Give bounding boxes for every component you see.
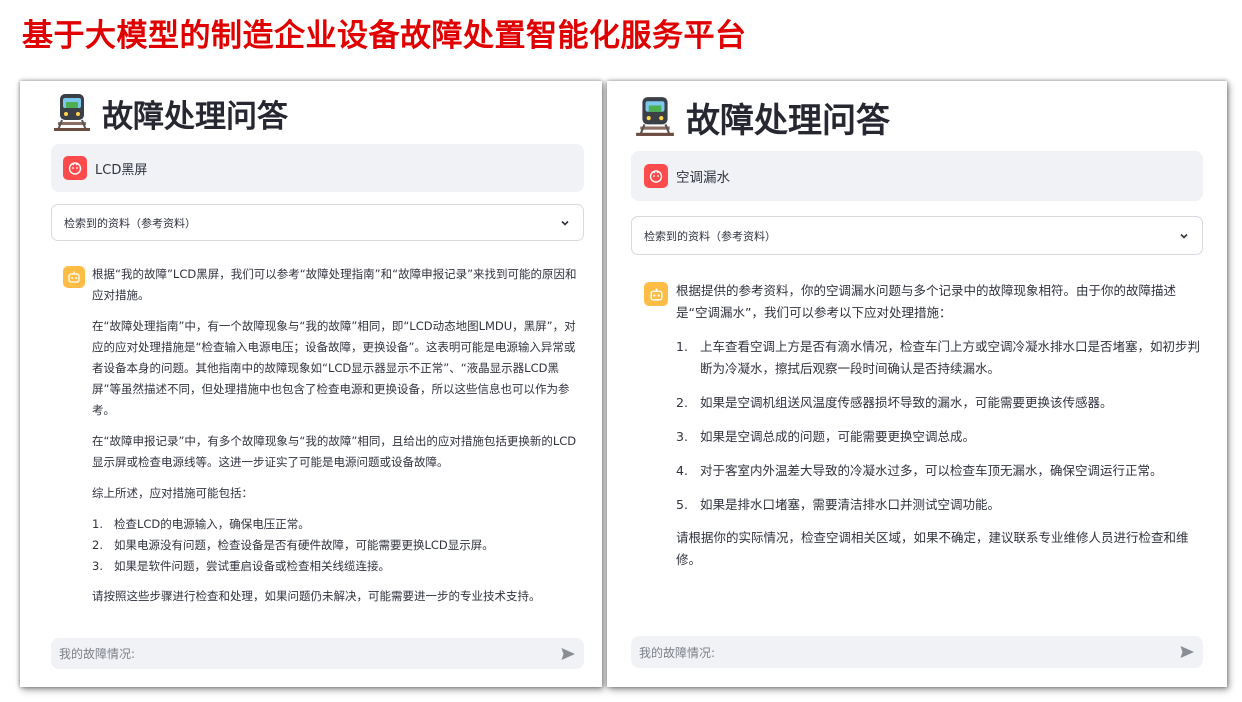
answer-paragraph: 请按照这些步骤进行检查和处理，如果问题仍未解决，可能需要进一步的专业技术支持。: [92, 589, 541, 603]
answer-paragraph: 请根据你的实际情况，检查空调相关区域，如果不确定，建议联系专业维修人员进行检查和…: [676, 530, 1189, 567]
train-icon: [52, 92, 92, 136]
answer-paragraph: 根据“我的故障”LCD黑屏，我们可以参考“故障处理指南”和“故障申报记录”来找到…: [92, 267, 577, 302]
references-expander[interactable]: 检索到的资料（参考资料）: [51, 204, 584, 241]
chat-input-placeholder: 我的故障情况:: [59, 647, 136, 661]
references-expander[interactable]: 检索到的资料（参考资料）: [631, 216, 1203, 255]
user-avatar-icon: [63, 156, 87, 180]
chat-input[interactable]: 我的故障情况:: [51, 638, 584, 669]
assistant-message: 根据提供的参考资料，你的空调漏水问题与多个记录中的故障现象相符。由于你的故障描述…: [644, 280, 1204, 580]
send-icon[interactable]: [560, 646, 576, 662]
app-title: 故障处理问答: [686, 101, 890, 141]
list-item: 4. 对于客室内外温差大导致的冷凝水过多，可以检查车顶无漏水，确保空调运行正常。: [676, 463, 1163, 478]
list-item: 1. 上车查看空调上方是否有滴水情况，检查车门上方或空调冷凝水排水口是否堵塞，如初…: [676, 339, 1201, 376]
user-message: 空调漏水: [631, 151, 1203, 201]
bot-avatar-icon: [63, 266, 85, 288]
user-message-text: LCD黑屏: [95, 162, 148, 178]
expander-label: 检索到的资料（参考资料）: [644, 229, 776, 243]
chevron-down-icon[interactable]: [1178, 230, 1190, 242]
list-item: 3. 如果是软件问题，尝试重启设备或检查相关线缆连接。: [92, 559, 390, 573]
list-item: 2. 如果是空调机组送风温度传感器损坏导致的漏水，可能需要更换该传感器。: [676, 395, 1113, 410]
list-item: 5. 如果是排水口堵塞，需要清洁排水口并测试空调功能。: [676, 497, 1001, 512]
answer-paragraph: 根据提供的参考资料，你的空调漏水问题与多个记录中的故障现象相符。由于你的故障描述…: [676, 283, 1177, 320]
chat-input-placeholder: 我的故障情况:: [639, 645, 716, 660]
bot-avatar-icon: [644, 282, 668, 306]
answer-list: 1. 检查LCD的电源输入，确保电压正常。 2. 如果电源没有问题，检查设备是否有硬…: [92, 514, 583, 577]
chat-panel-left: 故障处理问答 LCD黑屏 检索到的资料（参考资料） 根据“我的故障”LCD黑屏，…: [20, 81, 602, 687]
app-title: 故障处理问答: [102, 99, 288, 135]
slide-title: 基于大模型的制造企业设备故障处置智能化服务平台: [22, 18, 747, 54]
chat-panel-right: 故障处理问答 空调漏水 检索到的资料（参考资料） 根据提供的参考资料，你的空调漏…: [607, 81, 1227, 687]
list-item: 3. 如果是空调总成的问题，可能需要更换空调总成。: [676, 429, 976, 444]
answer-paragraph: 在“故障申报记录”中，有多个故障现象与“我的故障”相同，且给出的应对措施包括更换…: [92, 434, 577, 469]
answer-list: 1. 上车查看空调上方是否有滴水情况，检查车门上方或空调冷凝水排水口是否堵塞，如初…: [676, 336, 1201, 516]
list-item: 2. 如果电源没有问题，检查设备是否有硬件故障，可能需要更换LCD显示屏。: [92, 538, 494, 552]
chevron-down-icon[interactable]: [559, 217, 571, 229]
app-header: 故障处理问答: [634, 93, 890, 142]
list-item: 1. 检查LCD的电源输入，确保电压正常。: [92, 517, 310, 531]
chat-input[interactable]: 我的故障情况:: [631, 636, 1203, 668]
answer-paragraph: 在“故障处理指南”中，有一个故障现象与“我的故障”相同，即“LCD动态地图LMD…: [92, 319, 576, 417]
user-message-text: 空调漏水: [676, 170, 730, 186]
assistant-message: 根据“我的故障”LCD黑屏，我们可以参考“故障处理指南”和“故障申报记录”来找到…: [63, 264, 583, 609]
user-avatar-icon: [644, 164, 668, 188]
send-icon[interactable]: [1179, 644, 1195, 660]
app-header: 故障处理问答: [52, 91, 288, 136]
user-message: LCD黑屏: [51, 144, 584, 192]
expander-label: 检索到的资料（参考资料）: [64, 216, 196, 230]
train-icon: [634, 95, 676, 141]
answer-paragraph: 综上所述，应对措施可能包括：: [92, 486, 253, 500]
